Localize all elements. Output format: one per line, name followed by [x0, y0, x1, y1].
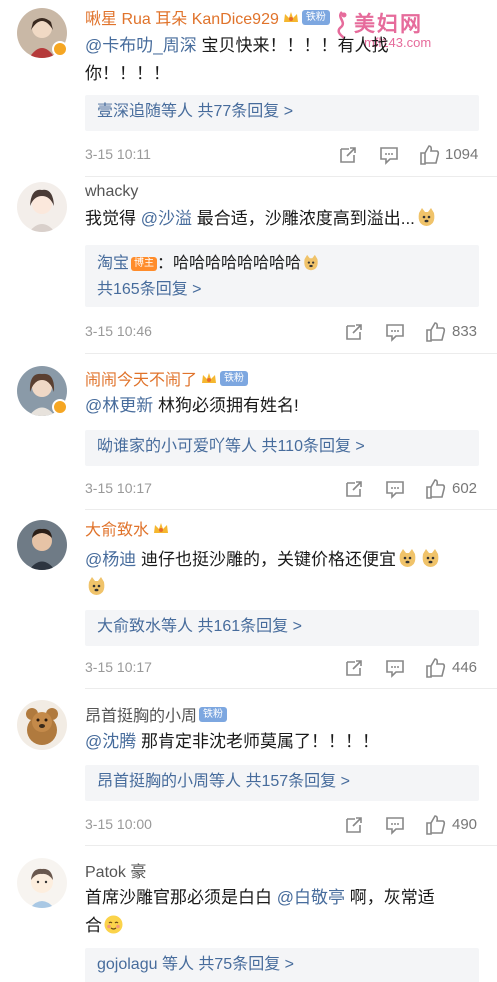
reply-box[interactable]: 淘宝 博主 ：哈哈哈哈哈哈哈哈 共165条回复 >	[85, 245, 479, 307]
mention-link[interactable]: @卡布叻_周深	[85, 36, 197, 55]
comment-icon[interactable]	[384, 657, 406, 679]
timestamp: 3-15 10:00	[85, 816, 152, 832]
avatar[interactable]	[17, 182, 67, 232]
share-icon[interactable]	[343, 478, 365, 500]
timestamp: 3-15 10:46	[85, 323, 152, 339]
like-icon[interactable]	[425, 814, 447, 836]
share-icon[interactable]	[337, 144, 359, 166]
blush-emoji	[104, 915, 123, 934]
share-icon[interactable]	[343, 814, 365, 836]
reply-summary-user: 昂首挺胸的小周等人	[97, 773, 242, 790]
like-icon[interactable]	[425, 321, 447, 343]
like-icon[interactable]	[425, 478, 447, 500]
like-count: 833	[452, 323, 478, 340]
username[interactable]: 啾星 Rua 耳朵 KanDice929	[85, 5, 279, 29]
doge-emoji	[399, 549, 416, 567]
username[interactable]: 闹闹今天不闹了	[85, 366, 197, 390]
fan-badge: 铁粉	[199, 706, 228, 722]
crown-icon	[202, 373, 217, 383]
comment-text: @沈腾 那肯定非沈老师莫属了！！！！	[85, 732, 379, 751]
comment-text: @杨迪 迪仔也挺沙雕的，关键价格还便宜	[85, 546, 477, 602]
share-icon[interactable]	[343, 657, 365, 679]
comment-text: 我觉得 @沙溢 最合适，沙雕浓度高到溢出...	[85, 205, 477, 233]
timestamp: 3-15 10:11	[85, 146, 151, 162]
reply-summary[interactable]: 壹深追随等人 共77条回复 >	[85, 95, 479, 131]
reply-summary[interactable]: 昂首挺胸的小周等人 共157条回复 >	[85, 765, 479, 801]
verified-badge-icon	[52, 399, 68, 415]
like-count: 1094	[445, 146, 479, 163]
reply-count[interactable]: 共157条回复 >	[245, 773, 350, 790]
reply-text: ：哈哈哈哈哈哈哈哈	[157, 255, 302, 272]
comment-text: @卡布叻_周深 宝贝快来！！！！有人找 你！！！！	[85, 36, 389, 83]
comment-text: @林更新 林狗必须拥有姓名!	[85, 396, 299, 415]
avatar[interactable]	[17, 700, 67, 750]
comment-icon[interactable]	[384, 478, 406, 500]
username[interactable]: whacky	[85, 183, 138, 201]
reply-count[interactable]: 共161条回复 >	[197, 618, 302, 635]
verified-badge-icon	[52, 41, 68, 57]
avatar[interactable]	[17, 858, 67, 908]
mention-link[interactable]: @白敬亭	[277, 888, 345, 907]
username[interactable]: Patok 豪	[85, 858, 146, 882]
reply-summary[interactable]: 呦谁家的小可爱吖等人 共110条回复 >	[85, 430, 479, 466]
mention-link[interactable]: @沙溢	[141, 209, 192, 228]
blogger-badge: 博主	[131, 257, 158, 271]
reply-author[interactable]: 淘宝	[97, 255, 129, 272]
username[interactable]: 大俞致水	[85, 516, 149, 540]
doge-emoji	[304, 254, 318, 271]
reply-count[interactable]: 共165条回复 >	[97, 281, 202, 298]
reply-count[interactable]: 共77条回复 >	[197, 103, 293, 120]
crown-icon	[283, 12, 298, 22]
fan-badge: 铁粉	[220, 370, 249, 386]
share-icon[interactable]	[343, 321, 365, 343]
like-count: 490	[452, 816, 478, 833]
reply-count[interactable]: 共75条回复 >	[198, 956, 294, 973]
like-count: 602	[452, 480, 478, 497]
comment-icon[interactable]	[384, 814, 406, 836]
timestamp: 3-15 10:17	[85, 480, 152, 496]
crown-icon	[154, 523, 169, 533]
reply-summary-user: 大俞致水等人	[97, 618, 194, 635]
comment-icon[interactable]	[378, 144, 400, 166]
fan-badge: 铁粉	[301, 9, 330, 25]
reply-summary-user: 壹深追随等人	[97, 103, 194, 120]
doge-emoji	[422, 549, 439, 567]
doge-emoji	[418, 208, 435, 226]
reply-count[interactable]: 共110条回复 >	[261, 438, 364, 455]
timestamp: 3-15 10:17	[85, 659, 152, 675]
mention-link[interactable]: @沈腾	[85, 732, 136, 751]
like-icon[interactable]	[419, 144, 441, 166]
reply-summary[interactable]: gojolagu 等人 共75条回复 >	[85, 948, 479, 982]
mention-link[interactable]: @杨迪	[85, 550, 136, 569]
mention-link[interactable]: @林更新	[85, 396, 153, 415]
like-icon[interactable]	[425, 657, 447, 679]
reply-summary-user: 呦谁家的小可爱吖等人	[97, 438, 258, 455]
like-count: 446	[452, 659, 478, 676]
avatar[interactable]	[17, 520, 67, 570]
comment-text: 首席沙雕官那必须是白白 @白敬亭 啊，灰常适 合	[85, 888, 435, 935]
reply-summary-user: gojolagu 等人	[97, 956, 194, 973]
doge-emoji	[88, 577, 105, 595]
username[interactable]: 昂首挺胸的小周	[85, 702, 197, 726]
reply-summary[interactable]: 大俞致水等人 共161条回复 >	[85, 610, 479, 646]
comment-icon[interactable]	[384, 321, 406, 343]
